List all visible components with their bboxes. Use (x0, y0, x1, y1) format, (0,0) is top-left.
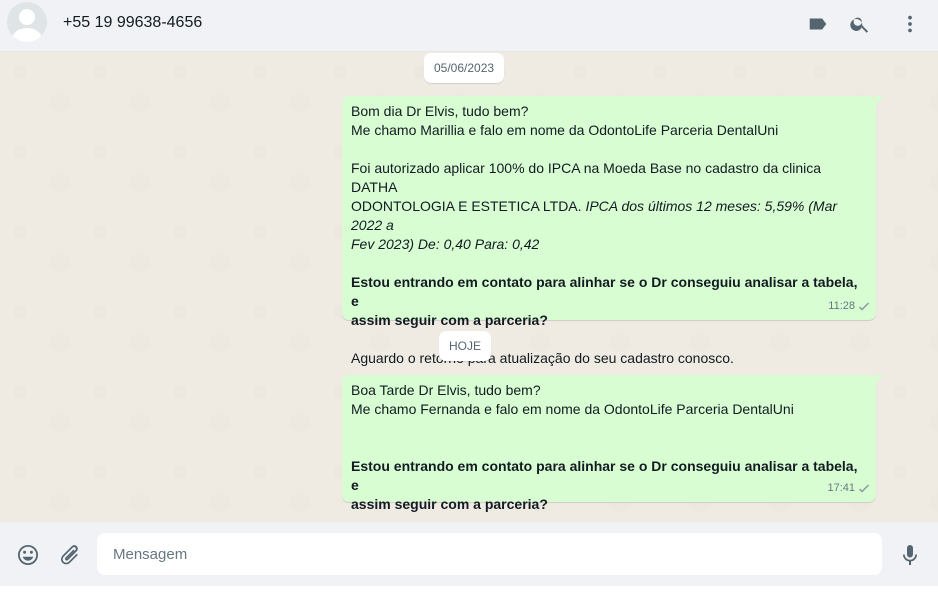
message-line: Boa Tarde Dr Elvis, tudo bem? (351, 382, 541, 398)
message-line (351, 419, 867, 438)
avatar-body-shape (12, 28, 42, 42)
search-icon[interactable] (848, 12, 872, 36)
label-icon[interactable] (806, 12, 830, 36)
attach-icon[interactable] (56, 542, 82, 568)
message-line: Aguardo o retorno para atualização do se… (351, 350, 734, 366)
message-line: ODONTOLOGIA E ESTETICA LTDA. IPCA dos úl… (351, 197, 867, 235)
avatar[interactable] (7, 2, 47, 42)
message-line: assim seguir com a parceria? (351, 312, 548, 328)
chat-header: +55 19 99638-4656 (0, 0, 938, 52)
chat-area[interactable]: 05/06/2023 Bom dia Dr Elvis, tudo bem? M… (0, 52, 938, 522)
message-bubble[interactable]: Boa Tarde Dr Elvis, tudo bem? Me chamo F… (342, 375, 883, 512)
message-text: ODONTOLOGIA E ESTETICA LTDA. (351, 198, 582, 214)
message-line: Foi autorizado aplicar 100% do IPCA na M… (351, 160, 825, 195)
message-line (351, 330, 867, 349)
message-line: Bom dia Dr Elvis, tudo bem? (351, 103, 529, 119)
menu-icon[interactable] (898, 12, 922, 36)
bottom-strip (0, 586, 938, 592)
message-input[interactable] (97, 533, 882, 575)
sent-check-icon (859, 484, 869, 492)
message-meta: 17:41 (827, 479, 870, 498)
microphone-icon[interactable] (897, 542, 923, 568)
date-separator: HOJE (439, 331, 492, 361)
message-line: Estou entrando em contato para alinhar s… (351, 458, 862, 493)
emoji-icon[interactable] (15, 542, 41, 568)
message-line (351, 140, 867, 159)
message-meta: 11:28 (828, 297, 870, 316)
message-line: Fev 2023) De: 0,40 Para: 0,42 (351, 236, 540, 252)
message-bubble[interactable]: Bom dia Dr Elvis, tudo bem? Me chamo Mar… (342, 96, 883, 366)
sent-check-icon (859, 302, 869, 310)
contact-name[interactable]: +55 19 99638-4656 (63, 14, 202, 32)
date-separator: 05/06/2023 (424, 53, 505, 83)
message-time: 11:28 (828, 300, 855, 312)
compose-bar (0, 522, 938, 586)
message-line (351, 438, 867, 457)
message-line: Estou entrando em contato para alinhar s… (351, 274, 862, 309)
message-line: Me chamo Fernanda e falo em nome da Odon… (351, 401, 794, 417)
message-line: Me chamo Marillia e falo em nome da Odon… (351, 122, 779, 138)
message-line (351, 254, 867, 273)
message-time: 17:41 (827, 482, 855, 494)
avatar-head-shape (19, 9, 35, 25)
message-line: assim seguir com a parceria? (351, 496, 548, 512)
